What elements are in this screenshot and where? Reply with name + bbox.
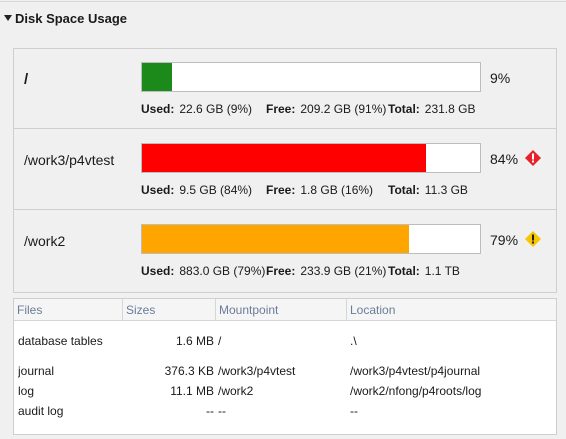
free-value: 233.9 GB (21%): [300, 264, 387, 278]
free-stat: Free: 1.8 GB (16%): [266, 183, 388, 197]
table-row[interactable]: journal 376.3 KB /work3/p4vtest /work3/p…: [14, 361, 556, 381]
file-cell: audit log: [18, 404, 64, 418]
warning-diamond-icon: [525, 231, 541, 247]
volume-name: /: [24, 71, 29, 88]
table-row[interactable]: database tables 1.6 MB / .\: [14, 331, 556, 351]
file-cell: database tables: [18, 334, 103, 348]
mountpoint-cell: --: [218, 404, 226, 418]
column-header-sizes[interactable]: Sizes: [123, 299, 216, 321]
volume-name: /work3/p4vtest: [24, 152, 115, 168]
mountpoint-cell: /: [218, 334, 222, 348]
size-cell: 11.1 MB: [170, 384, 214, 398]
total-label: Total:: [388, 183, 420, 197]
used-stat: Used: 9.5 GB (84%): [141, 183, 266, 197]
size-cell: 376.3 KB: [164, 364, 214, 378]
free-stat: Free: 209.2 GB (91%): [266, 102, 388, 116]
used-value: 22.6 GB (9%): [179, 102, 253, 116]
location-cell: .\: [350, 334, 357, 348]
usage-percent: 9%: [490, 70, 511, 86]
location-cell: /work3/p4vtest/p4journal: [350, 364, 481, 378]
table-row[interactable]: audit log -- -- --: [14, 401, 556, 421]
collapse-triangle-icon[interactable]: [4, 15, 12, 21]
used-label: Used:: [141, 102, 175, 116]
usage-stats: Used: 883.0 GB (79%) Free: 233.9 GB (21%) …: [141, 264, 488, 278]
section-title: Disk Space Usage: [15, 10, 128, 26]
usage-bar: [141, 224, 481, 254]
volume-row-work3: /work3/p4vtest 84% Used: 9.5 GB (84%) Fre…: [14, 130, 556, 210]
section-header[interactable]: Disk Space Usage: [0, 0, 566, 36]
free-label: Free:: [266, 264, 296, 278]
used-value: 883.0 GB (79%): [179, 264, 266, 278]
size-cell: --: [206, 404, 214, 418]
column-header-files[interactable]: Files: [14, 299, 123, 321]
total-stat: Total: 11.3 GB: [388, 183, 488, 197]
free-stat: Free: 233.9 GB (21%): [266, 264, 388, 278]
free-value: 1.8 GB (16%): [300, 183, 374, 197]
file-cell: log: [18, 384, 35, 398]
volume-name: /work2: [24, 233, 66, 249]
used-label: Used:: [141, 264, 175, 278]
free-value: 209.2 GB (91%): [300, 102, 387, 116]
mountpoint-cell: /work2: [218, 384, 254, 398]
column-header-location[interactable]: Location: [347, 299, 556, 321]
volumes-panel: / 9% Used: 22.6 GB (9%) Free: 209.2 GB (91…: [13, 48, 557, 293]
mountpoint-cell: /work3/p4vtest: [218, 364, 296, 378]
used-label: Used:: [141, 183, 175, 197]
usage-percent: 84%: [490, 151, 519, 167]
table-row[interactable]: log 11.1 MB /work2 /work2/nfong/p4roots/…: [14, 381, 556, 401]
total-stat: Total: 1.1 TB: [388, 264, 488, 278]
usage-stats: Used: 9.5 GB (84%) Free: 1.8 GB (16%) Tota…: [141, 183, 488, 197]
used-stat: Used: 883.0 GB (79%): [141, 264, 266, 278]
files-table: Files Sizes Mountpoint Location database…: [13, 298, 557, 435]
error-diamond-icon: [525, 150, 541, 166]
total-value: 11.3 GB: [424, 183, 468, 197]
free-label: Free:: [266, 183, 296, 197]
size-cell: 1.6 MB: [175, 334, 214, 348]
volume-row-root: / 9% Used: 22.6 GB (9%) Free: 209.2 GB (91…: [14, 49, 556, 129]
usage-percent: 79%: [490, 232, 519, 248]
location-cell: --: [350, 404, 358, 418]
column-header-mountpoint[interactable]: Mountpoint: [216, 299, 347, 321]
volume-row-work2: /work2 79% Used: 883.0 GB (79%) Free: 233.…: [14, 211, 556, 291]
used-stat: Used: 22.6 GB (9%): [141, 102, 266, 116]
usage-bar: [141, 62, 481, 92]
total-label: Total:: [388, 264, 420, 278]
usage-stats: Used: 22.6 GB (9%) Free: 209.2 GB (91%) To…: [141, 102, 488, 116]
usage-bar-fill: [142, 63, 173, 91]
location-cell: /work2/nfong/p4roots/log: [350, 384, 482, 398]
total-label: Total:: [388, 102, 420, 116]
usage-bar-fill: [142, 144, 426, 172]
total-value: 1.1 TB: [424, 264, 460, 278]
file-cell: journal: [18, 364, 55, 378]
free-label: Free:: [266, 102, 296, 116]
total-value: 231.8 GB: [424, 102, 476, 116]
total-stat: Total: 231.8 GB: [388, 102, 488, 116]
table-header: Files Sizes Mountpoint Location: [14, 299, 556, 321]
usage-bar-fill: [142, 225, 410, 253]
usage-bar: [141, 143, 481, 173]
used-value: 9.5 GB (84%): [179, 183, 253, 197]
